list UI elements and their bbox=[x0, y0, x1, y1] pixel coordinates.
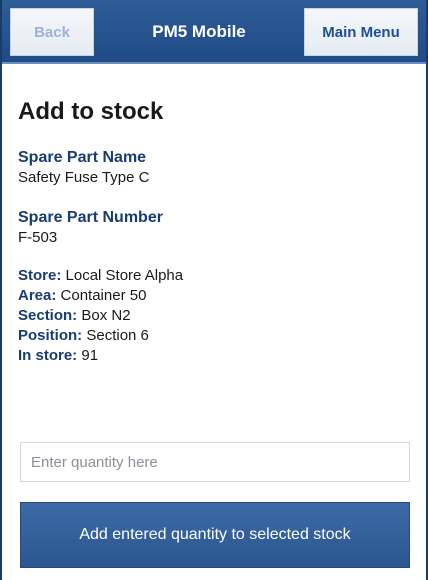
header-bar: Back PM5 Mobile Main Menu bbox=[2, 0, 426, 64]
store-label: Store: bbox=[18, 267, 62, 284]
back-button[interactable]: Back bbox=[10, 8, 94, 56]
area-label: Area: bbox=[18, 287, 57, 304]
store-value: Local Store Alpha bbox=[65, 267, 184, 284]
store-line: Store: Local Store Alpha bbox=[18, 266, 414, 286]
spare-part-name-field: Spare Part Name Safety Fuse Type C bbox=[18, 148, 414, 188]
section-value: Box N2 bbox=[81, 307, 131, 324]
main-menu-button[interactable]: Main Menu bbox=[304, 8, 418, 56]
app-title: PM5 Mobile bbox=[152, 22, 246, 41]
section-label: Section: bbox=[18, 307, 78, 324]
main-content: Add to stock Spare Part Name Safety Fuse… bbox=[18, 96, 414, 366]
section-line: Section: Box N2 bbox=[18, 306, 414, 326]
in-store-value: 91 bbox=[81, 347, 99, 364]
back-button-label: Back bbox=[34, 23, 70, 41]
position-line: Position: Section 6 bbox=[18, 326, 414, 346]
in-store-line: In store: 91 bbox=[18, 346, 414, 366]
spare-part-number-label: Spare Part Number bbox=[18, 209, 163, 226]
in-store-label: In store: bbox=[18, 347, 78, 364]
app-frame: Back PM5 Mobile Main Menu Add to stock S… bbox=[0, 0, 428, 580]
position-label: Position: bbox=[18, 327, 83, 344]
quantity-input[interactable] bbox=[20, 442, 410, 482]
spare-part-number-value: F-503 bbox=[18, 229, 58, 246]
area-value: Container 50 bbox=[60, 287, 147, 304]
spare-part-name-label: Spare Part Name bbox=[18, 149, 147, 166]
spare-part-number-field: Spare Part Number F-503 bbox=[18, 208, 414, 248]
main-menu-button-label: Main Menu bbox=[322, 23, 400, 41]
spare-part-name-value: Safety Fuse Type C bbox=[18, 169, 150, 186]
position-value: Section 6 bbox=[86, 327, 149, 344]
stock-location-details: Store: Local Store Alpha Area: Container… bbox=[18, 266, 414, 366]
add-quantity-button[interactable]: Add entered quantity to selected stock bbox=[20, 502, 410, 568]
page-title: Add to stock bbox=[18, 98, 164, 125]
area-line: Area: Container 50 bbox=[18, 286, 414, 306]
add-quantity-button-label: Add entered quantity to selected stock bbox=[79, 526, 351, 543]
